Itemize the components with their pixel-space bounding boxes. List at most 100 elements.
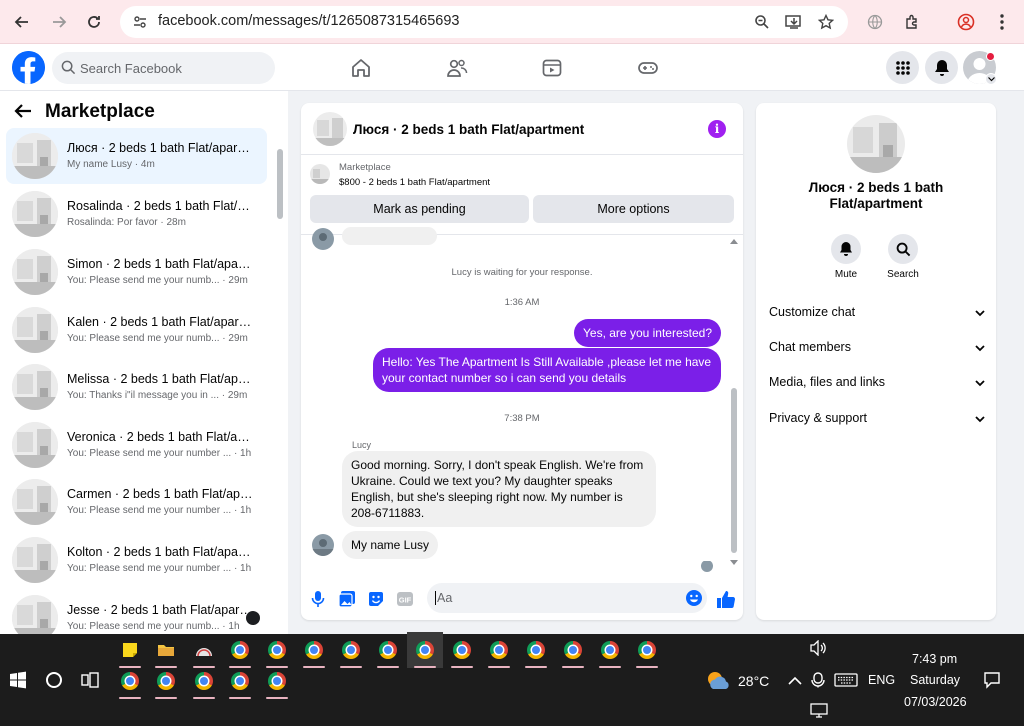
file-explorer-icon[interactable] — [152, 636, 180, 668]
sidebar-scrollbar-thumb[interactable] — [277, 149, 283, 219]
task-view-icon[interactable] — [76, 666, 104, 694]
notification-center-icon[interactable] — [978, 666, 1006, 694]
details-avatar[interactable] — [847, 115, 905, 173]
chrome-icon[interactable] — [300, 636, 328, 668]
clock-day[interactable]: Saturday — [910, 673, 960, 687]
chrome-icon[interactable] — [522, 636, 550, 668]
weather-temp[interactable]: 28°C — [738, 673, 769, 689]
scroll-up-icon[interactable] — [730, 238, 738, 244]
cortana-search-icon[interactable] — [40, 666, 68, 694]
conversation-item[interactable]: Kolton · 2 beds 1 bath Flat/apartment You… — [6, 532, 267, 588]
text-cursor — [435, 591, 436, 605]
sticky-notes-icon[interactable] — [116, 636, 144, 668]
language-indicator[interactable]: ENG — [868, 673, 895, 687]
chrome-icon[interactable] — [226, 636, 254, 668]
chrome-icon[interactable] — [485, 636, 513, 668]
outgoing-message[interactable]: Yes, are you interested? — [574, 319, 721, 347]
chrome-icon[interactable] — [226, 667, 254, 699]
keyboard-icon[interactable] — [832, 666, 860, 694]
search-input[interactable] — [80, 52, 270, 84]
media-files-links-row[interactable]: Media, files and links — [769, 375, 985, 395]
browser-menu-icon[interactable] — [988, 8, 1016, 36]
video-icon[interactable] — [540, 56, 564, 80]
chrome-icon[interactable] — [407, 632, 443, 668]
chrome-icon[interactable] — [596, 636, 624, 668]
chrome-icon[interactable] — [559, 636, 587, 668]
conversation-item[interactable]: Melissa · 2 beds 1 bath Flat/apartment Yo… — [6, 359, 267, 415]
chat-avatar[interactable] — [313, 112, 347, 146]
conversation-item[interactable]: Люся · 2 beds 1 bath Flat/apartment My na… — [6, 128, 267, 184]
scroll-down-icon[interactable] — [730, 560, 738, 566]
chrome-icon[interactable] — [633, 636, 661, 668]
facebook-logo[interactable] — [12, 51, 45, 84]
home-icon[interactable] — [349, 56, 373, 80]
address-bar[interactable]: facebook.com/messages/t/1265087315465693 — [120, 6, 848, 38]
profile-icon[interactable] — [952, 8, 980, 36]
chrome-icon[interactable] — [190, 667, 218, 699]
install-app-icon[interactable] — [782, 10, 806, 34]
marketplace-listing-banner: Marketplace $800 - 2 beds 1 bath Flat/ap… — [301, 155, 743, 235]
reload-icon[interactable] — [80, 8, 108, 36]
network-icon[interactable] — [804, 666, 832, 694]
privacy-support-row[interactable]: Privacy & support — [769, 411, 985, 431]
customize-chat-row[interactable]: Customize chat — [769, 305, 985, 325]
forward-icon[interactable] — [45, 8, 73, 36]
info-icon[interactable]: i — [708, 120, 726, 138]
windows-start-icon[interactable] — [4, 666, 32, 694]
conversation-item[interactable]: Veronica · 2 beds 1 bath Flat/apartment Y… — [6, 417, 267, 473]
conversation-item[interactable]: Carmen · 2 beds 1 bath Flat/apartment You… — [6, 474, 267, 530]
volume-icon[interactable] — [805, 634, 833, 662]
incoming-message[interactable]: Good morning. Sorry, I don't speak Engli… — [342, 451, 656, 527]
sticker-icon[interactable] — [367, 590, 385, 608]
chat-members-row[interactable]: Chat members — [769, 340, 985, 360]
gaming-icon[interactable] — [636, 56, 660, 80]
chrome-icon[interactable] — [116, 667, 144, 699]
facebook-search[interactable] — [52, 52, 275, 84]
conversation-item[interactable]: Simon · 2 beds 1 bath Flat/apartment You:… — [6, 244, 267, 300]
conversation-item[interactable]: Kalen · 2 beds 1 bath Flat/apartment You:… — [6, 302, 267, 358]
conversation-preview: You: Please send me your number ... · 1h — [67, 505, 252, 516]
microphone-icon[interactable] — [309, 590, 327, 608]
conversation-item[interactable]: Rosalinda · 2 beds 1 bath Flat/apartment… — [6, 186, 267, 242]
bookmark-star-icon[interactable] — [814, 10, 838, 34]
back-icon[interactable] — [8, 8, 36, 36]
clock-date[interactable]: 07/03/2026 — [904, 695, 967, 709]
chat-scrollbar-thumb[interactable] — [731, 388, 737, 553]
back-arrow-icon[interactable] — [14, 102, 32, 125]
menu-grid-button[interactable] — [886, 51, 919, 84]
friends-icon[interactable] — [445, 56, 469, 80]
grid-icon — [895, 60, 910, 75]
mark-as-pending-button[interactable]: Mark as pending — [310, 195, 529, 223]
photo-icon[interactable] — [338, 590, 356, 608]
chrome-icon[interactable] — [263, 636, 291, 668]
emoji-icon[interactable] — [685, 589, 703, 607]
chat-title[interactable]: Люся · 2 beds 1 bath Flat/apartment — [353, 122, 584, 137]
globe-icon[interactable] — [861, 8, 889, 36]
listing-title[interactable]: $800 - 2 beds 1 bath Flat/apartment — [339, 177, 490, 188]
search-conversation-button[interactable]: Search — [883, 234, 923, 280]
zoom-icon[interactable] — [750, 10, 774, 34]
more-options-button[interactable]: More options — [533, 195, 734, 223]
extensions-icon[interactable] — [898, 8, 926, 36]
weather-icon[interactable] — [704, 666, 732, 694]
site-settings-icon[interactable] — [128, 10, 152, 34]
mute-button[interactable]: Mute — [826, 234, 866, 280]
chrome-icon[interactable] — [263, 667, 291, 699]
gif-icon[interactable]: GIF — [396, 590, 414, 608]
like-thumbs-up-icon[interactable] — [715, 588, 737, 610]
message-input[interactable] — [437, 583, 677, 613]
chevron-down-icon[interactable] — [985, 73, 997, 85]
chrome-icon[interactable] — [337, 636, 365, 668]
display-icon[interactable] — [805, 696, 833, 724]
app-icon[interactable] — [190, 636, 218, 668]
outgoing-message[interactable]: Hello: Yes The Apartment Is Still Availa… — [373, 348, 721, 392]
notifications-button[interactable] — [925, 51, 958, 84]
conversation-title: Люся · 2 beds 1 bath Flat/apartment — [67, 141, 253, 155]
chrome-icon[interactable] — [448, 636, 476, 668]
message-input-container[interactable] — [427, 583, 707, 613]
clock-time[interactable]: 7:43 pm — [912, 652, 957, 666]
chrome-icon[interactable] — [152, 667, 180, 699]
listing-thumbnail[interactable] — [310, 164, 330, 184]
incoming-message[interactable]: My name Lusy — [342, 531, 439, 559]
chrome-icon[interactable] — [374, 636, 402, 668]
